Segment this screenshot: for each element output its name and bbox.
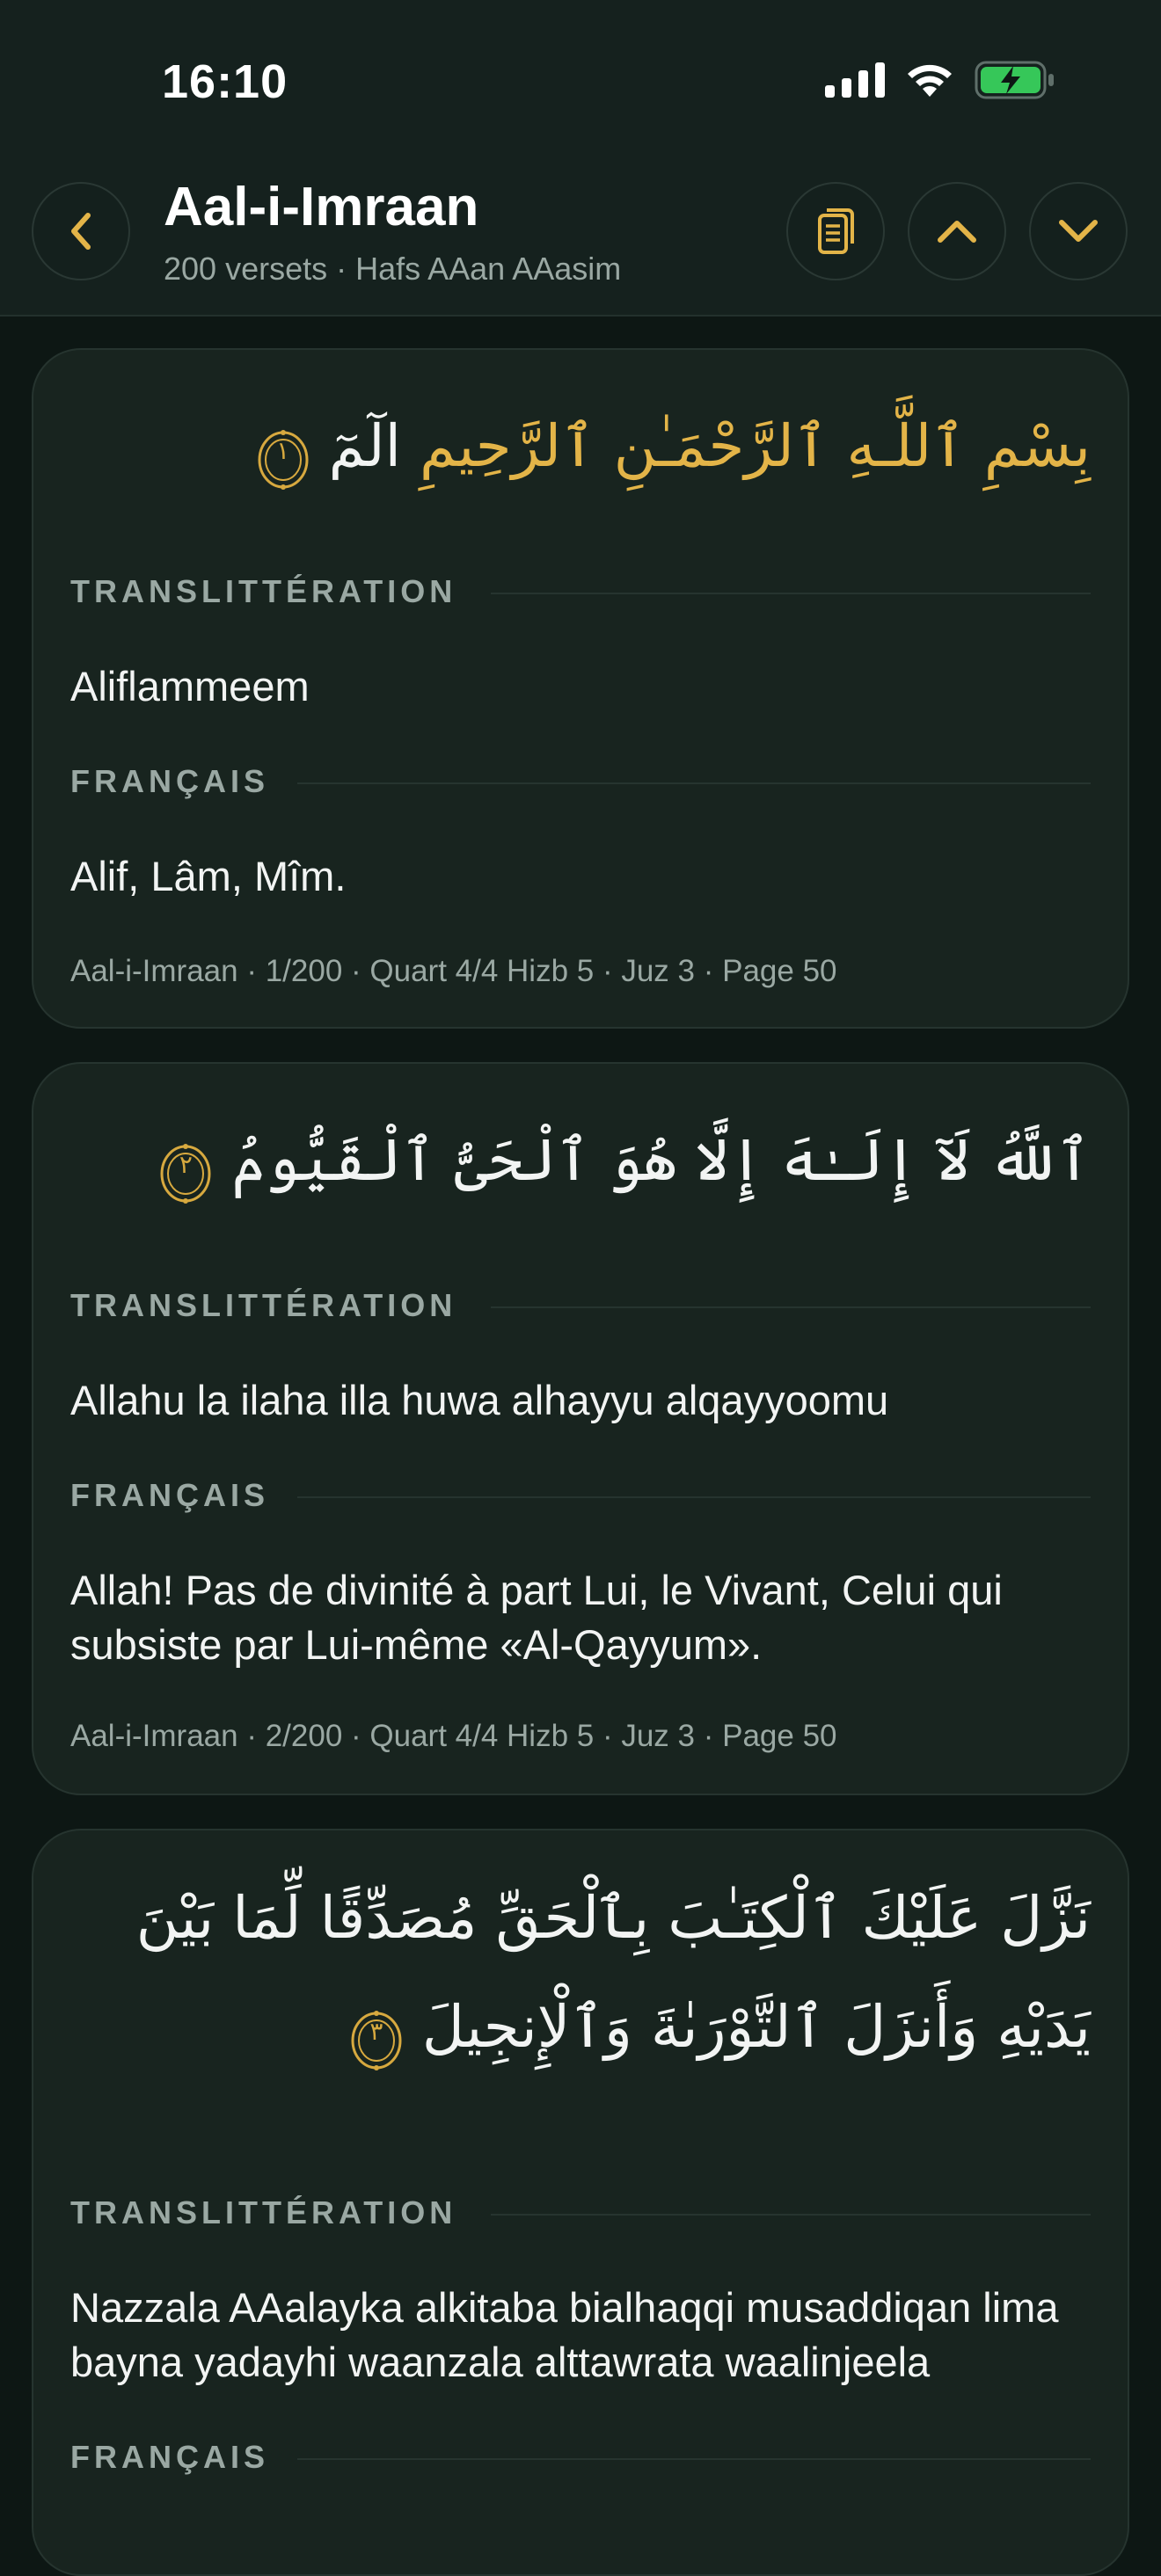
transliteration-label: TRANSLITTÉRATION (70, 573, 457, 609)
page-subtitle: 200 versets · Hafs AAan AAasim (164, 251, 622, 287)
verse-number: ٢ (179, 1150, 193, 1179)
basmala: بِسْمِ ٱللَّـهِ ٱلرَّحْمَـٰنِ ٱلرَّحِيمِ (419, 412, 1091, 480)
reading-mode-button[interactable] (786, 182, 885, 280)
verse-number: ١ (276, 436, 290, 465)
verse-number: ٣ (369, 2017, 383, 2046)
chevron-left-icon (71, 213, 91, 250)
french-label: FRANÇAIS (70, 2439, 269, 2475)
verse-card[interactable]: بِسْمِ ٱللَّـهِ ٱلرَّحْمَـٰنِ ٱلرَّحِيمِ… (32, 348, 1129, 1029)
previous-verse-button[interactable] (908, 182, 1006, 280)
divider (297, 1496, 1091, 1498)
chevron-up-icon (938, 221, 976, 243)
verse-arabic: يَدَيْهِ وَأَنزَلَ ٱلتَّوْرَىٰةَ وَٱلْإِ… (421, 1993, 1091, 2061)
verse-arabic: ٱللَّهُ لَآ إِلَـٰهَ إِلَّا هُوَ ٱلْحَىُ… (231, 1126, 1091, 1194)
verse-number-ornament-icon: ٣ (349, 2000, 404, 2070)
status-icons (825, 61, 1055, 103)
verse-meta: Aal-i-Imraan · 2/200 · Quart 4/4 Hizb 5 … (70, 1719, 837, 1753)
verse-transliteration: Aliflammeem (70, 663, 310, 709)
divider (491, 593, 1091, 594)
verse-arabic-line-2: يَدَيْهِ وَأَنزَلَ ٱلتَّوْرَىٰةَ وَٱلْإِ… (337, 1975, 1091, 2080)
verse-arabic-line-1: نَزَّلَ عَلَيْكَ ٱلْكِتَـٰبَ بِٱلْحَقِّ … (135, 1884, 1091, 1952)
document-icon (818, 208, 854, 254)
status-bar: 16:10 (0, 0, 1161, 167)
verse-number-ornament-icon: ١ (256, 419, 310, 490)
verse-transliteration: Nazzala AAalayka alkitaba bialhaqqi musa… (70, 2284, 1059, 2385)
verse-number-ornament-icon: ٢ (158, 1133, 213, 1204)
page-title: Aal-i-Imraan (164, 177, 479, 237)
signal-icon (825, 62, 885, 101)
wifi-icon (904, 62, 955, 102)
verse-arabic-text: بِسْمِ ٱللَّـهِ ٱلرَّحْمَـٰنِ ٱلرَّحِيمِ… (244, 394, 1091, 499)
transliteration-label: TRANSLITTÉRATION (70, 1287, 457, 1323)
verse-arabic-text: ٱللَّهُ لَآ إِلَـٰهَ إِلَّا هُوَ ٱلْحَىُ… (146, 1108, 1091, 1213)
verse-card[interactable]: ٱللَّهُ لَآ إِلَـٰهَ إِلَّا هُوَ ٱلْحَىُ… (32, 1062, 1129, 1795)
battery-charging-icon (975, 61, 1055, 103)
french-label: FRANÇAIS (70, 1477, 269, 1513)
divider (491, 1306, 1091, 1308)
verse-transliteration: Allahu la ilaha illa huwa alhayyu alqayy… (70, 1377, 889, 1423)
transliteration-label: TRANSLITTÉRATION (70, 2194, 457, 2230)
divider (297, 782, 1091, 784)
verse-meta: Aal-i-Imraan · 1/200 · Quart 4/4 Hizb 5 … (70, 954, 837, 988)
divider (491, 2214, 1091, 2216)
divider (297, 2458, 1091, 2460)
verse-arabic: الٓمٓ (328, 412, 401, 480)
back-button[interactable] (32, 182, 130, 280)
chevron-down-icon (1059, 220, 1098, 242)
verse-translation: Alif, Lâm, Mîm. (70, 853, 347, 899)
verse-card[interactable]: نَزَّلَ عَلَيْكَ ٱلْكِتَـٰبَ بِٱلْحَقِّ … (32, 1829, 1129, 2576)
french-label: FRANÇAIS (70, 763, 269, 799)
status-time: 16:10 (162, 55, 288, 108)
next-verse-button[interactable] (1029, 182, 1128, 280)
verse-translation: Allah! Pas de divinité à part Lui, le Vi… (70, 1567, 1003, 1668)
